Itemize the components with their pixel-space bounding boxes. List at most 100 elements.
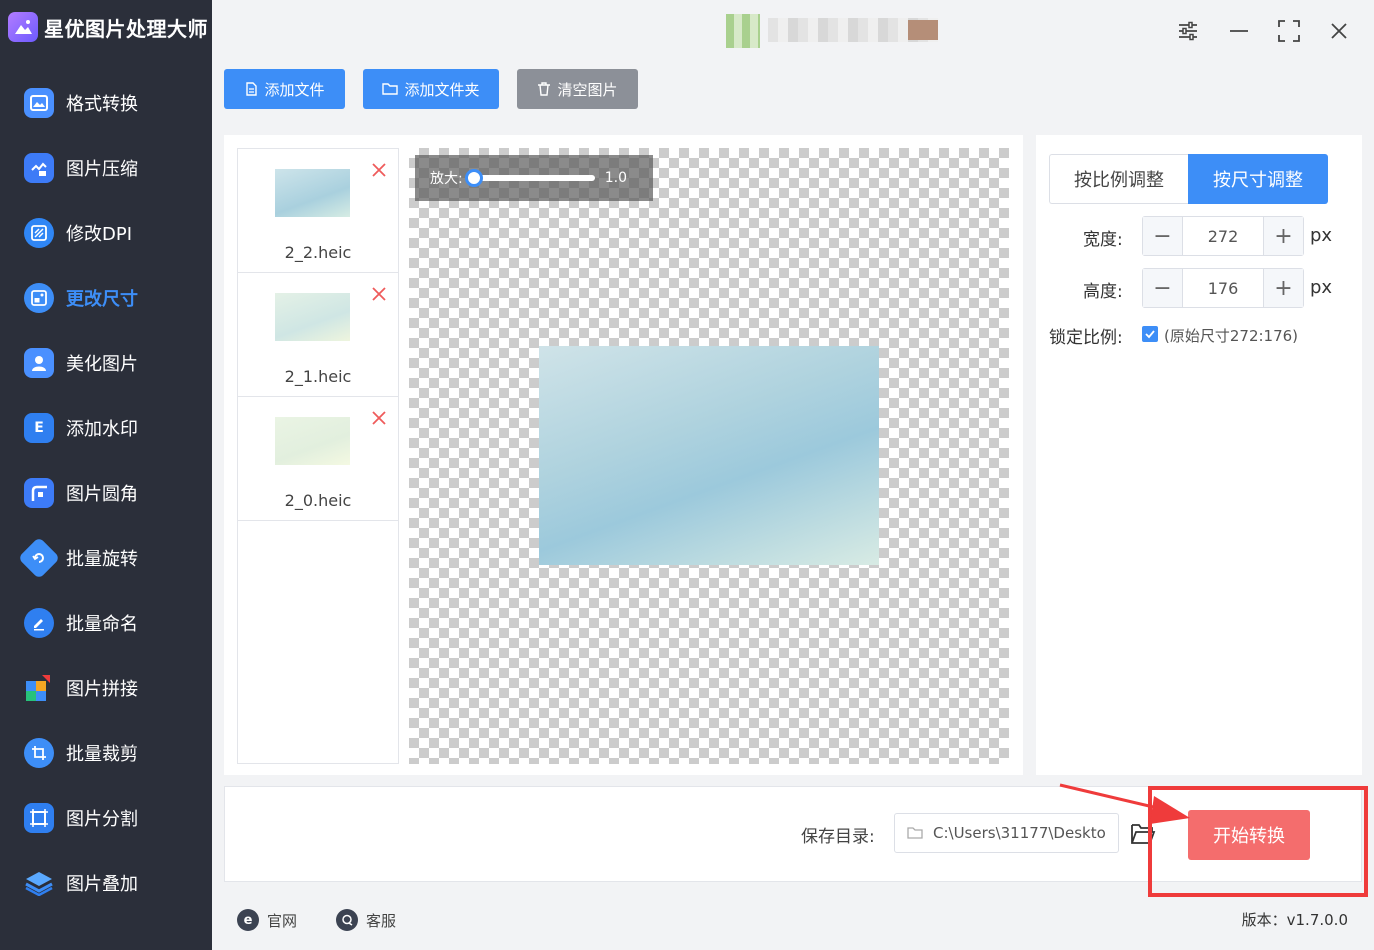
file-name: 2_1.heic (284, 367, 352, 386)
website-label: 官网 (267, 911, 298, 930)
settings-sliders-icon (1179, 21, 1197, 41)
add-folder-button[interactable]: 添加文件夹 (363, 69, 499, 109)
list-item[interactable]: 2_2.heic (238, 149, 398, 273)
file-thumbnail (275, 169, 350, 217)
sidebar: 星优图片处理大师 格式转换 图片压缩 修改DPI 更改尺寸 美化图片 E 添加水… (0, 0, 212, 950)
height-decrease-button[interactable]: − (1143, 269, 1183, 307)
file-list: 2_2.heic 2_1.heic 2_0.heic (237, 148, 399, 764)
check-icon (1145, 330, 1155, 339)
sidebar-item-label: 美化图片 (66, 353, 138, 375)
zoom-control: 放大: 1.0 (415, 155, 653, 201)
beautify-icon (24, 347, 54, 378)
height-unit: px (1310, 277, 1333, 298)
file-name: 2_0.heic (284, 491, 352, 510)
trash-icon (538, 82, 551, 96)
sidebar-item-dpi[interactable]: 修改DPI (0, 200, 212, 265)
sidebar-item-compress[interactable]: 图片压缩 (0, 135, 212, 200)
maximize-button[interactable] (1271, 14, 1307, 48)
preview-image (539, 346, 879, 565)
lock-ratio-label: 锁定比例: (1049, 328, 1123, 348)
support-link[interactable]: 客服 (336, 909, 396, 931)
sidebar-item-layers[interactable]: 图片叠加 (0, 850, 212, 915)
format-convert-icon (24, 87, 54, 118)
zoom-label: 放大: (430, 171, 463, 187)
compress-icon (24, 152, 54, 183)
sidebar-item-beautify[interactable]: 美化图片 (0, 330, 212, 395)
sidebar-item-watermark[interactable]: E 添加水印 (0, 395, 212, 460)
sidebar-item-rotate[interactable]: 批量旋转 (0, 525, 212, 590)
clear-images-button[interactable]: 清空图片 (517, 69, 638, 109)
width-stepper: − 272 + (1142, 216, 1304, 256)
save-directory-label: 保存目录: (801, 827, 875, 847)
sidebar-item-label: 图片圆角 (66, 483, 138, 505)
sidebar-item-label: 格式转换 (66, 93, 138, 115)
width-unit: px (1310, 225, 1333, 246)
puzzle-icon (24, 673, 54, 703)
add-file-button[interactable]: 添加文件 (224, 69, 345, 109)
sidebar-item-round-corner[interactable]: 图片圆角 (0, 460, 212, 525)
username-blurred (768, 18, 938, 42)
support-label: 客服 (366, 911, 397, 930)
add-file-label: 添加文件 (264, 80, 325, 99)
sidebar-item-label: 添加水印 (66, 418, 138, 440)
chat-bubble-icon (336, 909, 358, 931)
sidebar-item-resize[interactable]: 更改尺寸 (0, 265, 212, 330)
height-input[interactable]: 176 (1183, 269, 1263, 307)
rotate-icon (17, 536, 61, 579)
sidebar-item-split[interactable]: 图片分割 (0, 785, 212, 850)
sidebar-item-label: 图片分割 (66, 808, 138, 830)
sidebar-item-label: 批量命名 (66, 613, 138, 635)
zoom-slider[interactable] (464, 169, 595, 187)
tab-ratio-adjust[interactable]: 按比例调整 (1049, 154, 1188, 204)
zoom-value: 1.0 (604, 170, 627, 186)
sidebar-item-label: 批量裁剪 (66, 743, 138, 765)
settings-button[interactable] (1170, 14, 1206, 48)
crop-icon (24, 737, 54, 768)
avatar[interactable] (726, 14, 760, 48)
width-input[interactable]: 272 (1183, 217, 1263, 255)
rename-icon (24, 607, 54, 638)
original-size-note: (原始尺寸272:176) (1164, 327, 1299, 345)
height-increase-button[interactable]: + (1263, 269, 1303, 307)
remove-file-icon[interactable] (370, 285, 388, 303)
version-text: 版本：v1.7.0.0 (1241, 911, 1348, 929)
height-label: 高度: (1083, 282, 1123, 302)
sidebar-item-label: 图片拼接 (66, 678, 138, 700)
ie-globe-icon: e (237, 909, 259, 931)
sidebar-item-label: 批量旋转 (66, 548, 138, 570)
file-thumbnail (275, 417, 350, 465)
annotation-arrow-icon (1059, 783, 1190, 824)
file-thumbnail (275, 293, 350, 341)
remove-file-icon[interactable] (370, 161, 388, 179)
list-item[interactable]: 2_1.heic (238, 273, 398, 397)
username-blur-tail (908, 20, 938, 40)
tab-size-adjust[interactable]: 按尺寸调整 (1188, 154, 1328, 204)
app-title: 星优图片处理大师 (44, 16, 208, 41)
width-increase-button[interactable]: + (1263, 217, 1303, 255)
width-decrease-button[interactable]: − (1143, 217, 1183, 255)
sidebar-item-crop[interactable]: 批量裁剪 (0, 720, 212, 785)
minimize-button[interactable] (1221, 14, 1257, 48)
clear-images-label: 清空图片 (557, 80, 618, 99)
sidebar-item-rename[interactable]: 批量命名 (0, 590, 212, 655)
sidebar-item-label: 图片叠加 (66, 873, 138, 895)
split-icon (24, 802, 54, 833)
sidebar-item-label: 图片压缩 (66, 158, 138, 180)
zoom-slider-handle[interactable] (464, 169, 483, 187)
sidebar-nav: 格式转换 图片压缩 修改DPI 更改尺寸 美化图片 E 添加水印 图片圆角 批量… (0, 70, 212, 915)
sidebar-item-format-convert[interactable]: 格式转换 (0, 70, 212, 135)
layers-icon (24, 868, 54, 898)
close-button[interactable] (1321, 14, 1357, 48)
minimize-icon (1230, 30, 1248, 32)
sidebar-item-puzzle[interactable]: 图片拼接 (0, 655, 212, 720)
sidebar-item-label: 更改尺寸 (66, 288, 138, 310)
remove-file-icon[interactable] (370, 409, 388, 427)
width-label: 宽度: (1083, 230, 1123, 250)
lock-ratio-checkbox[interactable] (1142, 326, 1158, 342)
fullscreen-icon (1278, 20, 1300, 42)
round-corner-icon (24, 477, 54, 508)
website-link[interactable]: e 官网 (237, 909, 297, 931)
dpi-icon (24, 217, 54, 248)
list-item[interactable]: 2_0.heic (238, 397, 398, 521)
watermark-icon: E (24, 412, 54, 443)
